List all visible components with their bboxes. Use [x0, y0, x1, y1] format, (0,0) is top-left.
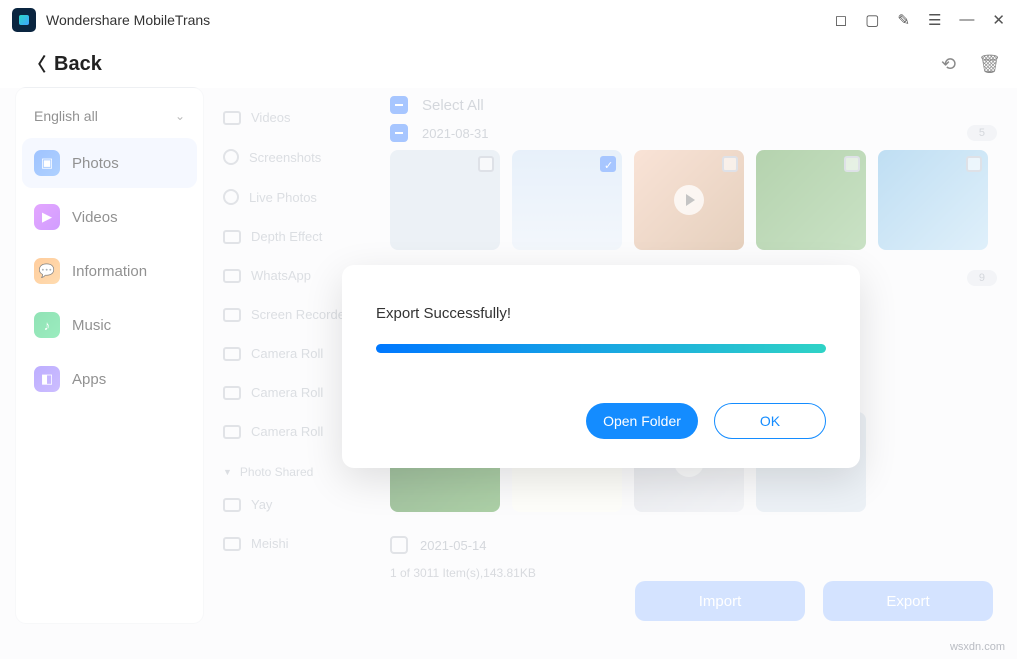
folder-icon: [223, 498, 241, 512]
play-icon: [674, 185, 704, 215]
thumb-checkbox[interactable]: [844, 156, 860, 172]
status-line: 1 of 3011 Item(s),143.81KB: [390, 562, 997, 580]
sidebar-item-apps[interactable]: ◧ Apps: [22, 354, 197, 404]
apps-icon: ◧: [34, 366, 60, 392]
folder-icon: [223, 347, 241, 361]
category-screenshots[interactable]: Screenshots: [215, 137, 382, 177]
thumb-checkbox[interactable]: [966, 156, 982, 172]
open-folder-button[interactable]: Open Folder: [586, 403, 698, 439]
account-icon[interactable]: ◻: [835, 11, 847, 29]
music-icon: ♪: [34, 312, 60, 338]
close-icon[interactable]: ✕: [992, 11, 1005, 29]
photo-thumb[interactable]: [756, 150, 866, 250]
category-videos[interactable]: Videos: [215, 98, 382, 137]
watermark: wsxdn.com: [950, 641, 1005, 653]
photo-thumb[interactable]: [390, 150, 500, 250]
folder-icon: [223, 308, 241, 322]
sidebar-item-label: Videos: [72, 209, 118, 226]
sidebar-item-label: Apps: [72, 371, 106, 388]
sidebar-item-music[interactable]: ♪ Music: [22, 300, 197, 350]
count-badge: 9: [967, 270, 997, 286]
sidebar-item-photos[interactable]: ▣ Photos: [22, 138, 197, 188]
minimize-icon[interactable]: —: [959, 11, 974, 29]
group-date: 2021-08-31: [422, 126, 489, 141]
import-button[interactable]: Import: [635, 581, 805, 621]
progress-bar: [376, 344, 826, 353]
select-all-checkbox[interactable]: [390, 96, 408, 114]
modal-message: Export Successfully!: [376, 305, 826, 322]
target-icon: [223, 149, 239, 165]
info-icon: 💬: [34, 258, 60, 284]
app-title: Wondershare MobileTrans: [46, 12, 210, 28]
live-icon: [223, 189, 239, 205]
thumb-checkbox[interactable]: [478, 156, 494, 172]
category-live-photos[interactable]: Live Photos: [215, 177, 382, 217]
video-thumb[interactable]: [634, 150, 744, 250]
photo-thumb[interactable]: [512, 150, 622, 250]
folder-icon: [223, 537, 241, 551]
folder-icon: [223, 230, 241, 244]
folder-icon: [223, 425, 241, 439]
sidebar-item-label: Photos: [72, 155, 119, 172]
photo-thumb[interactable]: [878, 150, 988, 250]
edit-icon[interactable]: ✎: [897, 11, 910, 29]
sidebar-item-information[interactable]: 💬 Information: [22, 246, 197, 296]
group-checkbox[interactable]: [390, 124, 408, 142]
app-logo: [12, 8, 36, 32]
export-button[interactable]: Export: [823, 581, 993, 621]
sidebar-main: English all ⌄ ▣ Photos ▶ Videos 💬 Inform…: [16, 88, 203, 623]
ok-button[interactable]: OK: [714, 403, 826, 439]
select-all-label: Select All: [422, 97, 484, 114]
thumb-checkbox[interactable]: [600, 156, 616, 172]
folder-icon: [223, 386, 241, 400]
titlebar: Wondershare MobileTrans ◻ ▢ ✎ ☰ — ✕: [0, 0, 1017, 40]
group-date: 2021-05-14: [420, 538, 487, 553]
export-success-modal: Export Successfully! Open Folder OK: [342, 265, 860, 468]
folder-icon: [223, 269, 241, 283]
feedback-icon[interactable]: ▢: [865, 11, 879, 29]
category-yay[interactable]: Yay: [215, 485, 382, 524]
back-button[interactable]: 〈 Back: [28, 51, 102, 77]
category-meishi[interactable]: Meishi: [215, 524, 382, 563]
sidebar-item-videos[interactable]: ▶ Videos: [22, 192, 197, 242]
sidebar-item-label: Music: [72, 317, 111, 334]
videos-icon: ▶: [34, 204, 60, 230]
triangle-down-icon: ▼: [223, 467, 232, 477]
count-badge: 5: [967, 125, 997, 141]
delete-icon[interactable]: 🗑: [978, 54, 1001, 75]
category-depth-effect[interactable]: Depth Effect: [215, 217, 382, 256]
folder-icon: [223, 111, 241, 125]
backbar: 〈 Back ⟲ 🗑: [0, 40, 1017, 88]
sidebar-item-label: Information: [72, 263, 147, 280]
language-selector[interactable]: English all ⌄: [22, 98, 197, 134]
menu-icon[interactable]: ☰: [928, 11, 941, 29]
group-checkbox[interactable]: [390, 536, 408, 554]
photos-icon: ▣: [34, 150, 60, 176]
thumb-checkbox[interactable]: [722, 156, 738, 172]
language-label: English all: [34, 108, 98, 124]
chevron-left-icon: 〈: [28, 51, 46, 77]
chevron-down-icon: ⌄: [175, 109, 185, 123]
refresh-icon[interactable]: ⟲: [941, 54, 956, 75]
back-label: Back: [54, 53, 102, 76]
